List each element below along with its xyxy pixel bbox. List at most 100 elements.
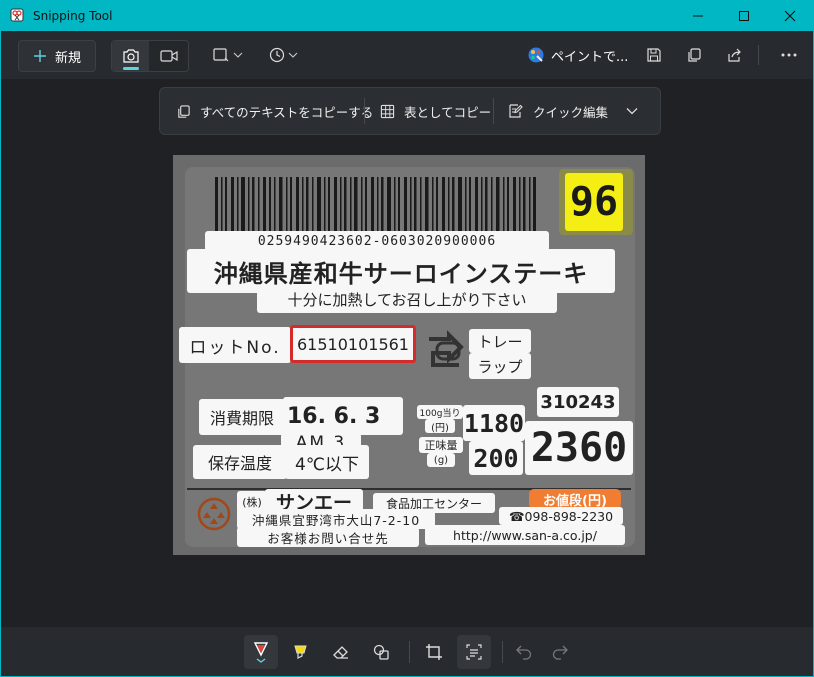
quick-edit-dropdown[interactable] <box>626 88 638 134</box>
open-in-paint-button[interactable]: ペイントで... <box>527 40 628 70</box>
expiry-date-value[interactable]: 16. 6. 3 <box>283 397 403 435</box>
text-actions-button[interactable] <box>457 635 491 669</box>
snipping-tool-window: Snipping Tool 新規 ペイントで... すべてのテキストをコピーする… <box>0 0 814 677</box>
product-code-value[interactable]: 310243 <box>537 387 619 417</box>
save-icon <box>647 48 661 62</box>
tray-label-line1[interactable]: トレー <box>469 329 531 353</box>
window-title: Snipping Tool <box>33 9 113 23</box>
expiry-label[interactable]: 消費期限 <box>199 399 285 435</box>
open-in-paint-label: ペイントで... <box>551 49 629 65</box>
paint-app-icon <box>528 47 544 63</box>
website-url-text[interactable]: http://www.san-a.co.jp/ <box>425 525 625 545</box>
video-camera-icon <box>160 50 178 62</box>
weight-value[interactable]: 200 <box>469 441 523 475</box>
weight-label-1[interactable]: 正味量 <box>419 437 463 453</box>
delay-timer-dropdown[interactable] <box>263 40 303 70</box>
cooking-note-text[interactable]: 十分に加熱してお召し上がり下さい <box>257 285 557 313</box>
crop-button[interactable] <box>417 635 451 669</box>
highlighter-button[interactable] <box>284 635 318 669</box>
redo-button[interactable] <box>543 635 577 669</box>
share-icon <box>728 48 741 62</box>
title-bar: Snipping Tool <box>1 1 813 31</box>
text-actions-icon <box>466 644 482 660</box>
quick-edit-button[interactable]: クイック編集 <box>508 88 608 134</box>
rectangle-snip-icon <box>212 48 228 62</box>
company-logo-icon <box>197 497 231 531</box>
lot-number-label[interactable]: ロットNo. <box>179 327 291 363</box>
shapes-icon <box>373 644 389 660</box>
ballpoint-pen-icon <box>253 642 269 663</box>
crop-icon <box>426 644 442 660</box>
undo-button[interactable] <box>507 635 541 669</box>
video-mode-button[interactable] <box>150 41 188 71</box>
copy-icon <box>178 104 190 118</box>
plus-icon <box>33 50 46 62</box>
unit-price-label-1[interactable]: 100g当り <box>417 405 463 419</box>
markup-separator <box>502 641 503 663</box>
number-badge-value[interactable]: 96 <box>565 173 623 231</box>
close-icon <box>784 10 796 22</box>
markup-separator <box>409 641 410 663</box>
weight-label-2[interactable]: (g) <box>427 453 455 467</box>
unit-price-label-2[interactable]: (円) <box>425 419 455 434</box>
canvas-area: すべてのテキストをコピーする 表としてコピー クイック編集 96 0259490… <box>1 79 813 627</box>
copy-as-table-label: 表としてコピー <box>404 104 492 120</box>
minimize-button[interactable] <box>675 1 721 31</box>
camera-icon <box>122 49 139 63</box>
toolbar-separator <box>758 45 759 65</box>
redo-icon <box>552 645 568 660</box>
save-button[interactable] <box>641 40 667 70</box>
copy-button[interactable] <box>681 40 707 70</box>
active-mode-indicator <box>123 67 139 70</box>
more-options-button[interactable] <box>775 40 803 70</box>
shapes-button[interactable] <box>364 635 398 669</box>
snip-shape-dropdown[interactable] <box>207 40 247 70</box>
quick-edit-label: クイック編集 <box>533 104 609 120</box>
copy-all-text-button[interactable]: すべてのテキストをコピーする <box>176 88 373 134</box>
highlighter-icon <box>294 645 307 659</box>
textbar-separator <box>493 98 494 124</box>
minimize-icon <box>693 15 703 17</box>
clock-icon <box>269 47 284 63</box>
text-actions-bar: すべてのテキストをコピーする 表としてコピー クイック編集 <box>159 87 661 135</box>
maximize-icon <box>739 11 749 21</box>
chevron-down-icon <box>626 108 638 115</box>
more-dots-icon <box>781 53 797 57</box>
markup-toolbar <box>1 627 813 676</box>
lot-number-value[interactable]: 61510101561 <box>290 325 416 363</box>
copy-all-text-label: すべてのテキストをコピーする <box>200 104 374 120</box>
edit-document-icon <box>509 104 523 118</box>
barcode-graphic <box>215 177 536 235</box>
close-button[interactable] <box>767 1 813 31</box>
eraser-icon <box>333 646 348 659</box>
eraser-button[interactable] <box>324 635 358 669</box>
undo-icon <box>516 645 532 660</box>
capture-mode-toggle <box>111 40 189 72</box>
textbar-separator <box>364 98 365 124</box>
storage-temp-value[interactable]: 4℃以下 <box>285 445 369 479</box>
ballpoint-pen-button[interactable] <box>244 635 278 669</box>
price-value[interactable]: 2360 <box>525 421 633 475</box>
contact-text[interactable]: お客様お問い合せ先 <box>237 527 419 547</box>
new-snip-button[interactable]: 新規 <box>18 40 96 72</box>
share-button[interactable] <box>721 40 747 70</box>
new-snip-label: 新規 <box>54 50 81 66</box>
captured-image: 96 0259490423602-0603020900006 沖縄県産和牛サーロ… <box>173 155 645 555</box>
unit-price-value[interactable]: 1180 <box>463 405 525 441</box>
chevron-down-icon <box>288 52 297 58</box>
price-label-badge[interactable]: お値段(円) <box>529 489 621 509</box>
address-text[interactable]: 沖縄県宜野湾市大山7-2-10 <box>237 509 435 529</box>
barcode-digits-text[interactable]: 0259490423602-0603020900006 <box>205 231 549 251</box>
recycle-plastic-icon <box>429 330 464 367</box>
top-toolbar: 新規 ペイントで... <box>1 31 813 79</box>
copy-icon <box>688 48 701 62</box>
table-icon <box>380 104 395 118</box>
tray-label-line2[interactable]: ラップ <box>469 353 531 379</box>
storage-temp-label[interactable]: 保存温度 <box>193 445 287 479</box>
copy-as-table-button[interactable]: 表としてコピー <box>380 88 491 134</box>
screenshot-mode-button[interactable] <box>112 41 149 71</box>
maximize-button[interactable] <box>721 1 767 31</box>
chevron-down-icon <box>233 52 242 58</box>
phone-text[interactable]: ☎098-898-2230 <box>499 507 623 525</box>
snipping-tool-app-icon <box>10 8 24 22</box>
